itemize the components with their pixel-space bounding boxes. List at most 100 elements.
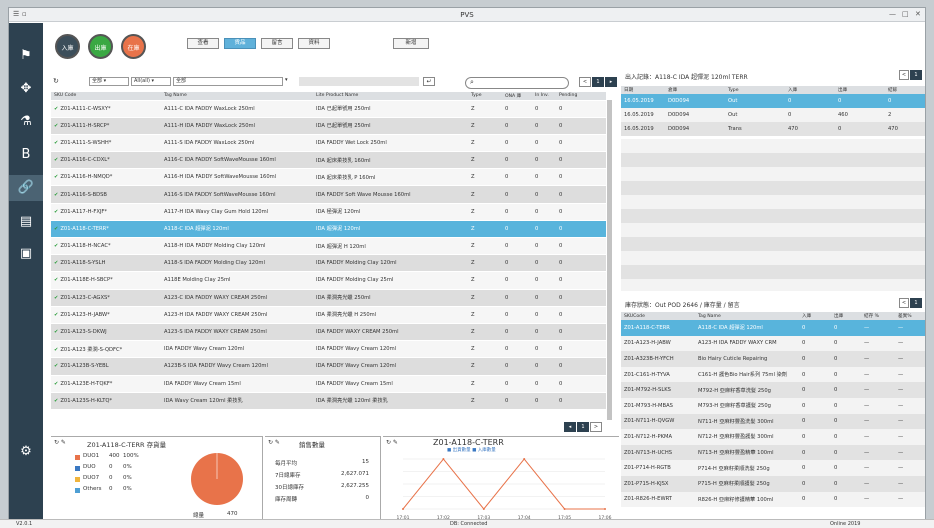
column-header[interactable]: 出庫 [835,86,885,94]
checkmark-icon[interactable]: ✔ [54,312,58,318]
move-icon[interactable]: ✥ [14,76,38,102]
filter-select-3[interactable]: 全部 [173,77,283,86]
bottom-pager-prev[interactable]: ◂ [564,422,576,432]
table-row[interactable]: Z01-M792-H-SLKS M792-H 亞麻籽香草洗髮 250g 0 0— — [621,382,925,398]
checkmark-icon[interactable]: ✔ [54,347,58,353]
table-row[interactable]: Z01-A118-C-TERR A118-C IDA 超彈泥 120ml 0 0— — [621,320,925,336]
new-button[interactable]: 新增 [393,38,429,49]
table-row[interactable]: Z01-M793-H-MBAS M793-H 亞麻籽香草護髮 250g 0 0— — [621,397,925,414]
tab-button[interactable]: 查看 [187,38,219,49]
search-input[interactable]: ⌕ [465,77,569,89]
folder-icon[interactable]: ▣ [14,241,38,267]
refresh-icon[interactable]: ↻ ✎ [386,439,398,446]
column-header[interactable]: Pending [556,92,606,101]
table-row[interactable]: ✔ Z01-A111-H-SRCP* A111-H IDA FADDY WaxLoc… [51,117,606,135]
checkmark-icon[interactable]: ✔ [54,157,58,163]
column-header[interactable]: 出庫 [831,312,861,320]
table-row[interactable]: ✔ Z01-A117-H-FXJF* A117-H IDA Wavy Clay Gu… [51,203,606,221]
table-row[interactable]: ✔ Z01-A116-C-CDXL* A116-C IDA FADDY SoftWa… [51,151,606,170]
right-top-page[interactable]: 1 [910,70,922,80]
table-row[interactable]: Z01-C161-H-TYVA C161-H 護色Bio Hair系列 75ml … [621,366,925,383]
bottom-pager-next[interactable]: > [590,422,602,432]
column-header[interactable]: Tag Name [161,92,313,101]
column-header[interactable]: 結餘 [885,86,925,94]
column-header[interactable]: Type [468,92,502,101]
table-row[interactable]: ✔ Z01-A118-C-TERR* A118-C IDA 超彈泥 120ml IDA… [51,220,606,239]
quick-action-button[interactable]: 入庫 [55,34,80,59]
checkmark-icon[interactable]: ✔ [54,140,58,146]
table-row[interactable]: ✔ Z01-A123-H-JABW* A123-H IDA FADDY WAXY C… [51,306,606,324]
column-header[interactable]: 入庫 [785,86,835,94]
column-header[interactable]: ONA 庫 [502,92,532,101]
table-row[interactable]: ✔ Z01-A123E-H-TQKF* IDA FADDY Wavy Cream 1… [51,375,606,393]
table-row[interactable]: ✔ Z01-A118E-H-SBCP* A118E Molding Clay 25m… [51,271,606,290]
checkmark-icon[interactable]: ✔ [54,192,58,198]
table-row[interactable]: Z01-P714-H-RGTB P714-H 亞麻籽柔順洗髮 250g 0 0— — [621,460,925,476]
table-row[interactable]: 16.05.2019 D0D094 Out 0 0 0 [621,94,925,108]
table-row[interactable]: ✔ Z01-A123B-S-YEBL A123B-S IDA FADDY Wavy … [51,357,606,376]
close-icon[interactable]: ✕ [915,10,921,18]
table-row[interactable]: ✔ Z01-A111-S-WSHH* A111-S IDA FADDY WaxLoc… [51,134,606,153]
table-row[interactable]: ✔ Z01-A116-S-BDSB A116-S IDA FADDY SoftWav… [51,185,606,204]
column-header[interactable]: In Inv. [532,92,556,101]
right-top-prev[interactable]: < [899,70,909,80]
table-row[interactable]: ✔ Z01-A118-S-YSLH A118-S IDA FADDY Molding… [51,254,606,273]
checkmark-icon[interactable]: ✔ [54,106,58,112]
dropdown-arrow-icon[interactable]: ▾ [285,77,288,83]
bottom-pager-page[interactable]: 1 [577,422,589,432]
main-scrollbar[interactable] [607,100,612,420]
minimize-icon[interactable]: — [889,10,896,18]
quick-action-button[interactable]: 在庫 [121,34,146,59]
document-icon[interactable]: ▤ [14,209,38,235]
table-row[interactable]: ✔ Z01-A118-H-NCAC* A118-H IDA FADDY Moldin… [51,237,606,256]
flag-icon[interactable]: ⚑ [14,43,38,69]
column-header[interactable]: SKU Code [51,92,161,101]
main-pager-next[interactable]: ▸ [605,77,617,87]
checkmark-icon[interactable]: ✔ [54,295,58,301]
table-row[interactable]: Z01-N711-H-QVGW N711-H 亞麻籽豐盈洗髮 300ml 0 0— — [621,413,925,430]
right-bottom-prev[interactable]: < [899,298,909,308]
column-header[interactable]: 結存 % [861,312,895,320]
column-header[interactable]: 日期 [621,86,665,94]
table-row[interactable]: ✔ Z01-A111-C-WSXY* A111-C IDA FADDY WaxLoc… [51,100,606,118]
checkmark-icon[interactable]: ✔ [54,123,58,129]
table-row[interactable]: Z01-A123-H-JABW A123-H IDA FADDY WAXY CRM… [621,335,925,352]
enter-icon[interactable]: ↵ [423,77,435,86]
checkmark-icon[interactable]: ✔ [54,398,58,404]
refresh-icon[interactable]: ↻ ✎ [54,439,66,446]
table-row[interactable]: 16.05.2019 D0D094 Trans 470 0 470 [621,122,925,136]
refresh-icon[interactable]: ↻ [53,77,59,85]
table-row[interactable]: Z01-R826-H-EWRT R826-H 亞麻籽修護精華 100ml 0 0— — [621,491,925,508]
table-row[interactable]: 16.05.2019 D0D094 Out 0 460 2 [621,108,925,122]
checkmark-icon[interactable]: ✔ [54,243,58,249]
main-pager-prev[interactable]: < [579,77,591,87]
table-row[interactable]: ✔ Z01-A123S-H-KLTQ* IDA Wavy Cream 120ml 柔… [51,392,606,410]
checkmark-icon[interactable]: ✔ [54,329,58,335]
checkmark-icon[interactable]: ✔ [54,277,58,283]
column-header[interactable]: Lite Product Name [313,92,468,101]
checkmark-icon[interactable]: ✔ [54,209,58,215]
column-header[interactable]: 入庫 [799,312,831,320]
table-row[interactable]: Z01-P715-H-KJSX P715-H 亞麻籽柔順護髮 250g 0 0— — [621,475,925,492]
flask-icon[interactable]: ⚗ [14,109,38,135]
table-row[interactable]: Z01-N712-H-PKMA N712-H 亞麻籽豐盈護髮 300ml 0 0— — [621,429,925,445]
bold-b-icon[interactable]: B [14,142,38,168]
column-header[interactable]: Type [725,86,785,94]
right-bottom-page[interactable]: 1 [910,298,922,308]
table-row[interactable]: ✔ Z01-A123-S-DKWJ A123-S IDA FADDY WAXY CR… [51,323,606,342]
quick-action-button[interactable]: 出庫 [88,34,113,59]
checkmark-icon[interactable]: ✔ [54,381,58,387]
checkmark-icon[interactable]: ✔ [54,260,58,266]
checkmark-icon[interactable]: ✔ [54,174,58,180]
checkmark-icon[interactable]: ✔ [54,226,58,232]
table-row[interactable]: ✔ Z01-A123 柔潤-S-QDFC* IDA FADDY Wavy Cream… [51,340,606,359]
table-row[interactable]: ✔ Z01-A116-H-NMQD* A116-H IDA FADDY SoftWa… [51,168,606,187]
column-header[interactable]: Tag Name [695,312,799,320]
link-icon[interactable]: 🔗 [9,175,43,201]
tab-button[interactable]: 貨品 [224,38,256,49]
settings-icon[interactable]: ⚙ [14,439,38,465]
column-header[interactable]: SKUCode [621,312,695,320]
checkmark-icon[interactable]: ✔ [54,363,58,369]
filter-select-1[interactable]: 全部 ▾ [89,77,129,86]
tab-button[interactable]: 留言 [261,38,293,49]
